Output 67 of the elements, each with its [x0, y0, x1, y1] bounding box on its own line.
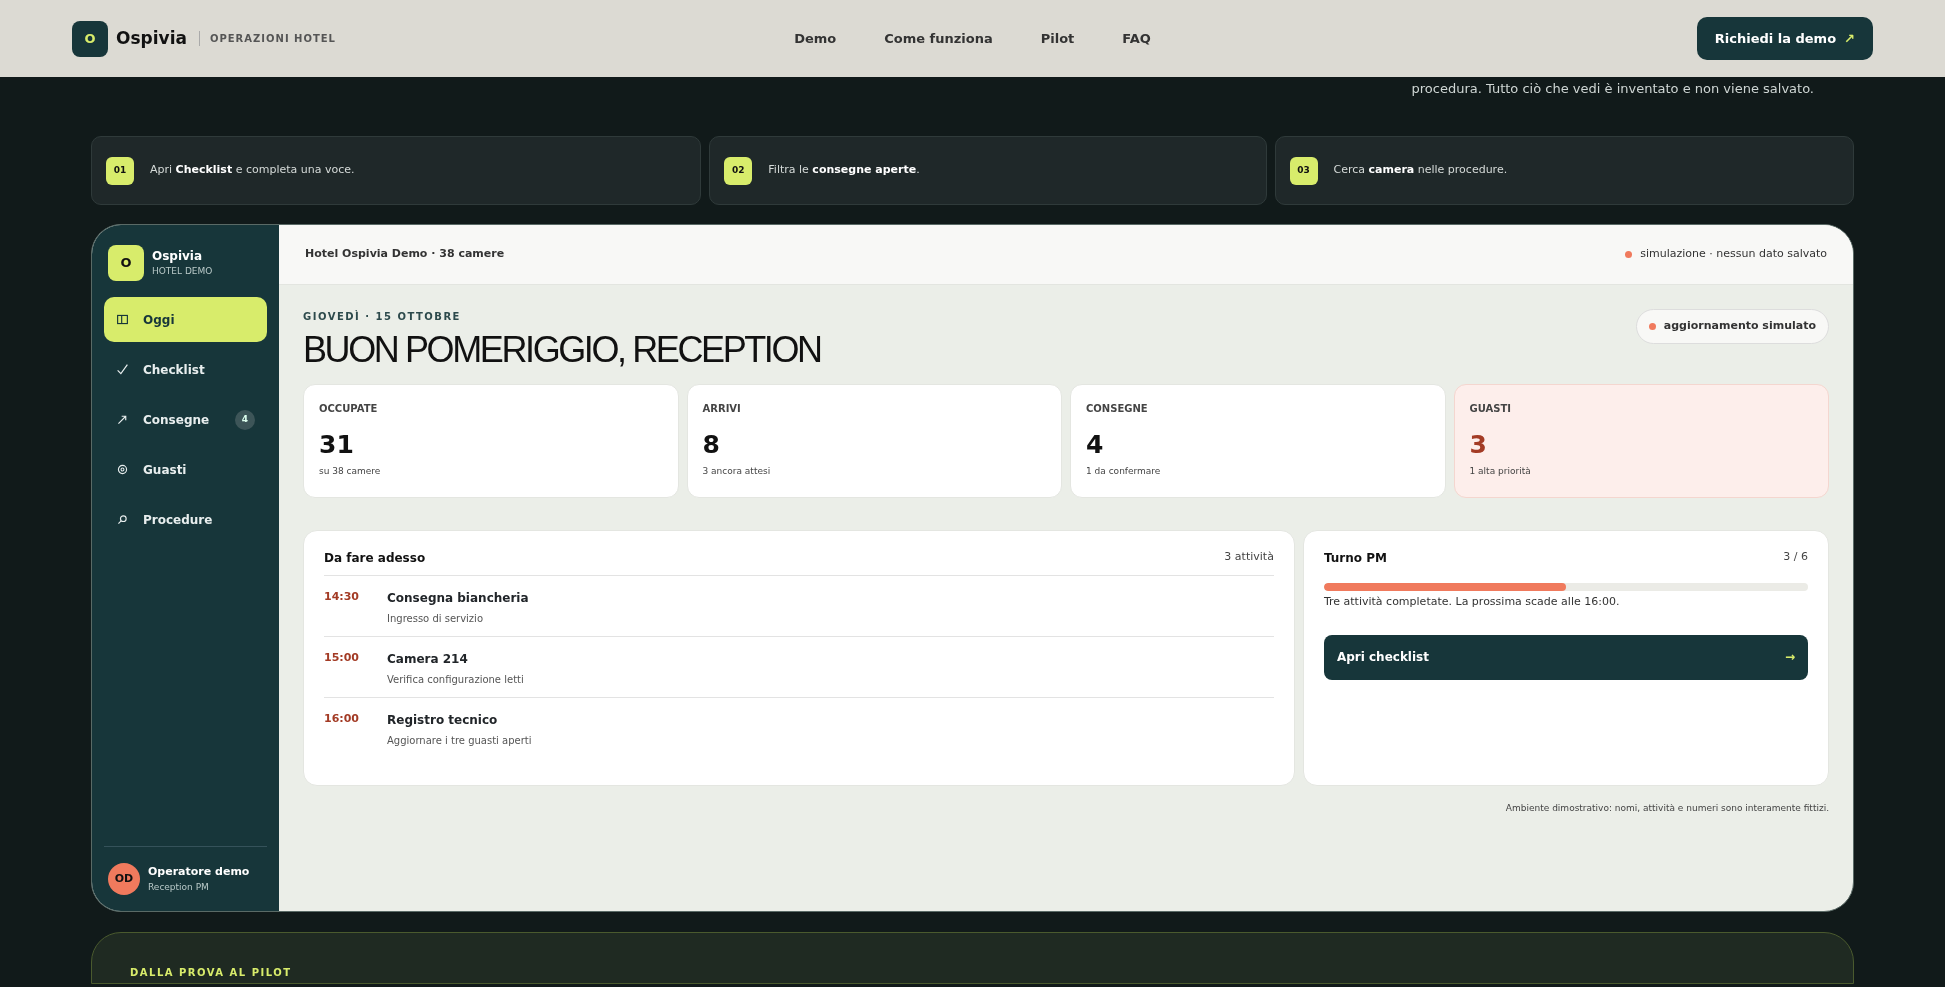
shift-note: Tre attività completate. La prossima scade alle 16:00. [1323, 594, 1621, 610]
task-time: 16:00 [324, 711, 360, 727]
user-name: Operatore demo [148, 864, 250, 880]
panel-icon [116, 313, 129, 326]
sidebar-item[interactable]: Guasti [104, 447, 267, 492]
nav-link[interactable]: FAQ [1122, 28, 1151, 49]
step-text: Cerca camera nelle procedure. [1333, 162, 1508, 179]
sidebar-item[interactable]: Procedure [104, 497, 267, 542]
section-eyebrow: DALLA PROVA AL PILOT [130, 967, 292, 978]
brand-name: Ospivia [152, 248, 204, 266]
task-count: 3 attività [1224, 549, 1274, 565]
request-demo-button[interactable]: Richiedi la demo ↗ [1696, 16, 1873, 61]
sidebar-item[interactable]: Oggi [104, 297, 267, 342]
stat-note: 3 ancora attesi [702, 465, 772, 478]
status-dot-icon [1625, 251, 1633, 258]
task-time: 15:00 [324, 650, 360, 666]
date-label: GIOVEDÌ · 15 OTTOBRE [303, 309, 462, 324]
task-title: Consegna biancheria [387, 590, 529, 607]
step-number: 02 [724, 156, 753, 185]
stat-note: 1 da confermare [1086, 465, 1162, 478]
step-number: 03 [1289, 156, 1318, 185]
panel-title: Da fare adesso [324, 550, 426, 567]
user-role: Reception PM [148, 880, 210, 894]
hotel-subtitle: HOTEL DEMO [152, 265, 213, 279]
sidebar-item[interactable]: Consegne 4 [104, 397, 267, 442]
nav-link[interactable]: Come funziona [884, 28, 993, 49]
hero-text: procedura. Tutto ciò che vedi è inventato e non viene salvato. [1411, 81, 1814, 96]
stat-note: su 38 camere [319, 465, 382, 478]
search-icon [116, 513, 129, 526]
stat-label: GUASTI [1469, 402, 1512, 416]
stat-label: ARRIVI [702, 402, 742, 416]
nav-link[interactable]: Demo [794, 28, 837, 49]
stat-label: CONSEGNE [1086, 402, 1149, 416]
task-detail: Verifica configurazione letti [387, 673, 524, 687]
logo-icon: O [108, 245, 144, 281]
task-detail: Ingresso di servizio [387, 612, 484, 626]
brand-name: Ospivia [116, 26, 187, 50]
task-title: Camera 214 [387, 651, 469, 668]
count-badge: 4 [235, 409, 255, 430]
status-text: simulazione · nessun dato salvato [1640, 246, 1827, 263]
gear-icon [116, 463, 129, 476]
footnote: Ambiente dimostrativo: nomi, attività e numeri sono interamente fittizi. [1505, 803, 1829, 813]
logo-icon: O [72, 20, 108, 57]
arrow-icon [116, 413, 129, 426]
stat-value: 3 [1469, 432, 1488, 457]
tagline: OPERAZIONI HOTEL [198, 31, 336, 46]
check-icon [116, 363, 129, 376]
user-avatar: OD [108, 863, 140, 895]
hotel-name: Hotel Ospivia Demo · 38 camere [305, 246, 505, 263]
step-text: Filtra le consegne aperte. [768, 162, 920, 179]
update-pill: aggiornamento simulato [1635, 309, 1829, 344]
sidebar-item[interactable]: Checklist [104, 347, 267, 392]
panel-title: Turno PM [1323, 550, 1387, 567]
task-title: Registro tecnico [387, 712, 499, 729]
task-detail: Aggiornare i tre guasti aperti [387, 734, 532, 748]
stat-value: 31 [319, 432, 355, 457]
shift-count: 3 / 6 [1783, 549, 1808, 565]
step-text: Apri Checklist e completa una voce. [150, 162, 355, 179]
stat-note: 1 alta priorità [1469, 465, 1532, 478]
greeting-heading: BUON POMERIGGIO, RECEPTION [303, 332, 821, 368]
open-checklist-button[interactable]: Apri checklist → [1323, 634, 1808, 680]
stat-label: OCCUPATE [319, 402, 379, 416]
stat-value: 4 [1086, 432, 1105, 457]
step-number: 01 [106, 156, 134, 185]
task-time: 14:30 [324, 589, 360, 605]
stat-value: 8 [702, 432, 721, 457]
nav-link[interactable]: Pilot [1040, 28, 1075, 49]
